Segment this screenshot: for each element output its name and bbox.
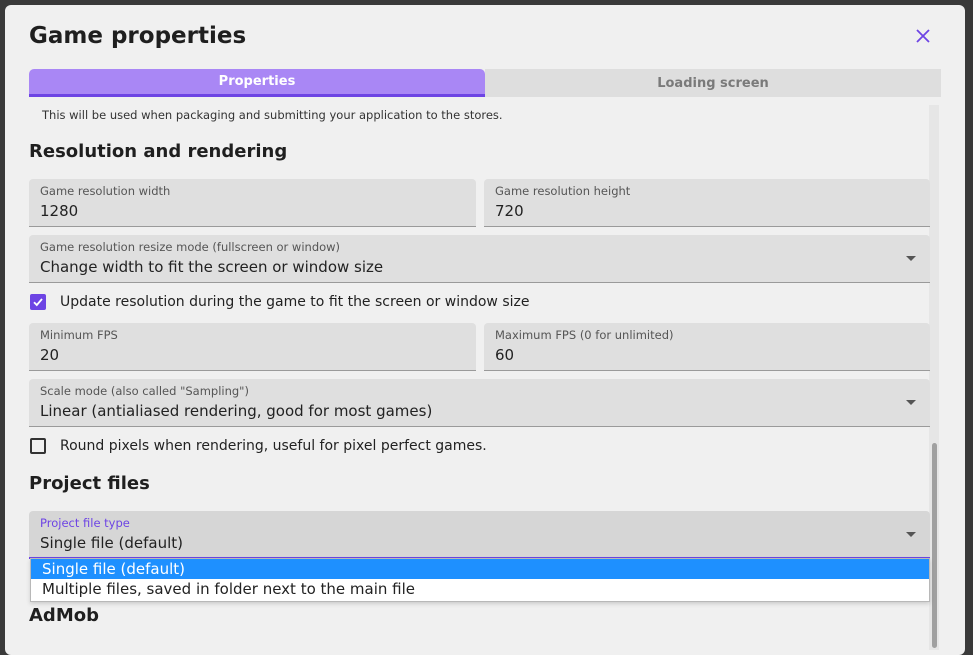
resize-mode-select[interactable]: Game resolution resize mode (fullscreen … [29, 235, 930, 283]
round-pixels-label: Round pixels when rendering, useful for … [60, 438, 487, 454]
field-label: Scale mode (also called "Sampling") [40, 384, 249, 398]
update-resolution-label: Update resolution during the game to fit… [60, 294, 530, 310]
round-pixels-checkbox-row[interactable]: Round pixels when rendering, useful for … [30, 438, 487, 454]
field-value: Change width to fit the screen or window… [40, 258, 384, 276]
dropdown-option-multiple-files[interactable]: Multiple files, saved in folder next to … [31, 579, 929, 599]
chevron-down-icon [906, 400, 916, 405]
field-value: Single file (default) [40, 534, 183, 552]
section-title-admob: AdMob [29, 605, 99, 626]
project-file-type-select[interactable]: Project file type Single file (default) [29, 511, 930, 559]
dialog-title: Game properties [29, 23, 247, 49]
round-pixels-checkbox[interactable] [30, 438, 46, 454]
scale-mode-select[interactable]: Scale mode (also called "Sampling") Line… [29, 379, 930, 427]
field-value: Linear (antialiased rendering, good for … [40, 402, 433, 420]
tab-bar: Properties Loading screen [29, 69, 941, 97]
minimum-fps-field[interactable]: Minimum FPS 20 [29, 323, 476, 371]
field-label: Project file type [40, 516, 130, 530]
close-button[interactable] [911, 25, 935, 49]
update-resolution-checkbox[interactable] [30, 294, 46, 310]
update-resolution-checkbox-row[interactable]: Update resolution during the game to fit… [30, 294, 529, 310]
chevron-down-icon [906, 256, 916, 261]
field-value: 60 [495, 346, 515, 364]
field-value: 20 [40, 346, 60, 364]
field-value: 720 [495, 202, 524, 220]
close-icon [916, 28, 930, 47]
game-properties-dialog: Game properties Properties Loading scree… [5, 5, 965, 655]
game-resolution-width-field[interactable]: Game resolution width 1280 [29, 179, 476, 227]
scrollbar-thumb[interactable] [932, 443, 937, 648]
field-label: Game resolution resize mode (fullscreen … [40, 240, 341, 254]
field-label: Game resolution height [495, 184, 631, 198]
field-label: Game resolution width [40, 184, 171, 198]
helper-text: This will be used when packaging and sub… [42, 108, 503, 122]
dropdown-option-single-file[interactable]: Single file (default) [31, 559, 929, 579]
check-icon [32, 293, 44, 312]
tab-properties[interactable]: Properties [29, 69, 485, 97]
section-title-project-files: Project files [29, 473, 150, 494]
field-value: 1280 [40, 202, 79, 220]
tab-loading-screen[interactable]: Loading screen [485, 69, 941, 97]
project-file-type-dropdown-menu: Single file (default) Multiple files, sa… [30, 558, 930, 602]
section-title-resolution: Resolution and rendering [29, 141, 288, 162]
chevron-down-icon [906, 532, 916, 537]
maximum-fps-field[interactable]: Maximum FPS (0 for unlimited) 60 [484, 323, 930, 371]
field-label: Maximum FPS (0 for unlimited) [495, 328, 674, 342]
field-label: Minimum FPS [40, 328, 118, 342]
game-resolution-height-field[interactable]: Game resolution height 720 [484, 179, 930, 227]
